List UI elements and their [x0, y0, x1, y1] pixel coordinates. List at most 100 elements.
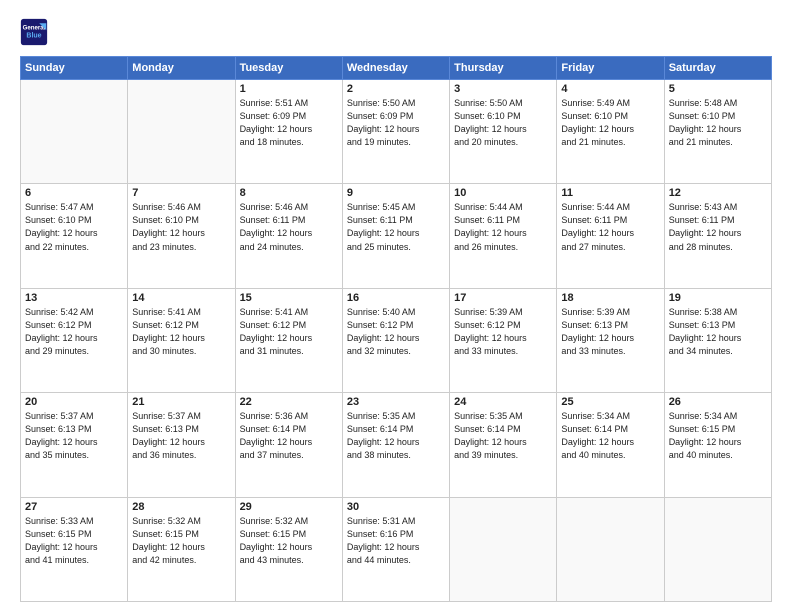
cell-info: Sunrise: 5:35 AM Sunset: 6:14 PM Dayligh… [454, 410, 552, 462]
day-number: 15 [240, 292, 338, 304]
calendar-cell: 14Sunrise: 5:41 AM Sunset: 6:12 PM Dayli… [128, 288, 235, 392]
cell-info: Sunrise: 5:51 AM Sunset: 6:09 PM Dayligh… [240, 97, 338, 149]
cell-info: Sunrise: 5:37 AM Sunset: 6:13 PM Dayligh… [132, 410, 230, 462]
calendar-cell: 5Sunrise: 5:48 AM Sunset: 6:10 PM Daylig… [664, 80, 771, 184]
calendar-cell: 17 Sunrise: 5:39 AM Sunset: 6:12 PM Dayli… [450, 288, 557, 392]
week-row-0: 1Sunrise: 5:51 AM Sunset: 6:09 PM Daylig… [21, 80, 772, 184]
day-number: 8 [240, 187, 338, 199]
calendar-cell: 28 Sunrise: 5:32 AM Sunset: 6:15 PM Dayli… [128, 497, 235, 601]
day-number: 10 [454, 187, 552, 199]
logo: General Blue [20, 18, 48, 46]
cell-info: Sunrise: 5:31 AM Sunset: 6:16 PM Dayligh… [347, 515, 445, 567]
cell-info: Sunrise: 5:33 AM Sunset: 6:15 PM Dayligh… [25, 515, 123, 567]
cell-info: Sunrise: 5:35 AM Sunset: 6:14 PM Dayligh… [347, 410, 445, 462]
calendar-cell: 20 Sunrise: 5:37 AM Sunset: 6:13 PM Dayli… [21, 393, 128, 497]
cell-info: Sunrise: 5:43 AM Sunset: 6:11 PM Dayligh… [669, 201, 767, 253]
day-number: 30 [347, 501, 445, 513]
calendar-cell [128, 80, 235, 184]
calendar-cell [450, 497, 557, 601]
calendar-cell: 21 Sunrise: 5:37 AM Sunset: 6:13 PM Dayli… [128, 393, 235, 497]
cell-info: Sunrise: 5:41 AM Sunset: 6:12 PM Dayligh… [132, 306, 230, 358]
day-number: 29 [240, 501, 338, 513]
day-number: 25 [561, 396, 659, 408]
cell-info: Sunrise: 5:32 AM Sunset: 6:15 PM Dayligh… [132, 515, 230, 567]
calendar-cell: 18Sunrise: 5:39 AM Sunset: 6:13 PM Dayli… [557, 288, 664, 392]
calendar-cell: 13 Sunrise: 5:42 AM Sunset: 6:12 PM Dayli… [21, 288, 128, 392]
cell-info: Sunrise: 5:32 AM Sunset: 6:15 PM Dayligh… [240, 515, 338, 567]
calendar-cell: 27 Sunrise: 5:33 AM Sunset: 6:15 PM Dayli… [21, 497, 128, 601]
calendar-cell: 12 Sunrise: 5:43 AM Sunset: 6:11 PM Dayli… [664, 184, 771, 288]
cell-info: Sunrise: 5:34 AM Sunset: 6:14 PM Dayligh… [561, 410, 659, 462]
weekday-header-sunday: Sunday [21, 57, 128, 80]
calendar-cell: 3 Sunrise: 5:50 AM Sunset: 6:10 PM Daylig… [450, 80, 557, 184]
week-row-4: 27 Sunrise: 5:33 AM Sunset: 6:15 PM Dayli… [21, 497, 772, 601]
cell-info: Sunrise: 5:38 AM Sunset: 6:13 PM Dayligh… [669, 306, 767, 358]
cell-info: Sunrise: 5:46 AM Sunset: 6:11 PM Dayligh… [240, 201, 338, 253]
cell-info: Sunrise: 5:50 AM Sunset: 6:09 PM Dayligh… [347, 97, 445, 149]
cell-info: Sunrise: 5:45 AM Sunset: 6:11 PM Dayligh… [347, 201, 445, 253]
calendar-cell: 16Sunrise: 5:40 AM Sunset: 6:12 PM Dayli… [342, 288, 449, 392]
day-number: 27 [25, 501, 123, 513]
calendar-cell [664, 497, 771, 601]
calendar-cell: 24Sunrise: 5:35 AM Sunset: 6:14 PM Dayli… [450, 393, 557, 497]
cell-info: Sunrise: 5:42 AM Sunset: 6:12 PM Dayligh… [25, 306, 123, 358]
cell-info: Sunrise: 5:34 AM Sunset: 6:15 PM Dayligh… [669, 410, 767, 462]
page: General Blue SundayMondayTuesdayWednesda… [0, 0, 792, 612]
day-number: 5 [669, 83, 767, 95]
weekday-header-tuesday: Tuesday [235, 57, 342, 80]
week-row-3: 20 Sunrise: 5:37 AM Sunset: 6:13 PM Dayli… [21, 393, 772, 497]
day-number: 16 [347, 292, 445, 304]
day-number: 4 [561, 83, 659, 95]
day-number: 17 [454, 292, 552, 304]
calendar-cell: 30 Sunrise: 5:31 AM Sunset: 6:16 PM Dayli… [342, 497, 449, 601]
calendar-cell: 2 Sunrise: 5:50 AM Sunset: 6:09 PM Daylig… [342, 80, 449, 184]
day-number: 13 [25, 292, 123, 304]
calendar-cell: 29 Sunrise: 5:32 AM Sunset: 6:15 PM Dayli… [235, 497, 342, 601]
cell-info: Sunrise: 5:39 AM Sunset: 6:12 PM Dayligh… [454, 306, 552, 358]
day-number: 11 [561, 187, 659, 199]
calendar-cell: 6 Sunrise: 5:47 AM Sunset: 6:10 PM Daylig… [21, 184, 128, 288]
cell-info: Sunrise: 5:49 AM Sunset: 6:10 PM Dayligh… [561, 97, 659, 149]
calendar-cell [21, 80, 128, 184]
day-number: 7 [132, 187, 230, 199]
day-number: 2 [347, 83, 445, 95]
calendar-cell: 7Sunrise: 5:46 AM Sunset: 6:10 PM Daylig… [128, 184, 235, 288]
week-row-1: 6 Sunrise: 5:47 AM Sunset: 6:10 PM Daylig… [21, 184, 772, 288]
calendar-cell: 23 Sunrise: 5:35 AM Sunset: 6:14 PM Dayli… [342, 393, 449, 497]
weekday-header-thursday: Thursday [450, 57, 557, 80]
calendar-cell: 1Sunrise: 5:51 AM Sunset: 6:09 PM Daylig… [235, 80, 342, 184]
calendar-cell: 9 Sunrise: 5:45 AM Sunset: 6:11 PM Daylig… [342, 184, 449, 288]
calendar-cell: 11 Sunrise: 5:44 AM Sunset: 6:11 PM Dayli… [557, 184, 664, 288]
calendar-cell: 26Sunrise: 5:34 AM Sunset: 6:15 PM Dayli… [664, 393, 771, 497]
weekday-header-saturday: Saturday [664, 57, 771, 80]
day-number: 9 [347, 187, 445, 199]
day-number: 20 [25, 396, 123, 408]
calendar-cell: 4 Sunrise: 5:49 AM Sunset: 6:10 PM Daylig… [557, 80, 664, 184]
day-number: 19 [669, 292, 767, 304]
cell-info: Sunrise: 5:47 AM Sunset: 6:10 PM Dayligh… [25, 201, 123, 253]
calendar-table: SundayMondayTuesdayWednesdayThursdayFrid… [20, 56, 772, 602]
calendar-cell: 22Sunrise: 5:36 AM Sunset: 6:14 PM Dayli… [235, 393, 342, 497]
logo-icon: General Blue [20, 18, 48, 46]
calendar-cell: 10 Sunrise: 5:44 AM Sunset: 6:11 PM Dayli… [450, 184, 557, 288]
week-row-2: 13 Sunrise: 5:42 AM Sunset: 6:12 PM Dayli… [21, 288, 772, 392]
day-number: 21 [132, 396, 230, 408]
day-number: 3 [454, 83, 552, 95]
day-number: 28 [132, 501, 230, 513]
day-number: 12 [669, 187, 767, 199]
header: General Blue [20, 18, 772, 46]
day-number: 23 [347, 396, 445, 408]
cell-info: Sunrise: 5:41 AM Sunset: 6:12 PM Dayligh… [240, 306, 338, 358]
weekday-header-row: SundayMondayTuesdayWednesdayThursdayFrid… [21, 57, 772, 80]
cell-info: Sunrise: 5:44 AM Sunset: 6:11 PM Dayligh… [561, 201, 659, 253]
cell-info: Sunrise: 5:50 AM Sunset: 6:10 PM Dayligh… [454, 97, 552, 149]
cell-info: Sunrise: 5:37 AM Sunset: 6:13 PM Dayligh… [25, 410, 123, 462]
cell-info: Sunrise: 5:44 AM Sunset: 6:11 PM Dayligh… [454, 201, 552, 253]
calendar-cell: 15 Sunrise: 5:41 AM Sunset: 6:12 PM Dayli… [235, 288, 342, 392]
svg-text:Blue: Blue [26, 32, 41, 39]
day-number: 18 [561, 292, 659, 304]
day-number: 6 [25, 187, 123, 199]
calendar-cell: 19 Sunrise: 5:38 AM Sunset: 6:13 PM Dayli… [664, 288, 771, 392]
weekday-header-friday: Friday [557, 57, 664, 80]
weekday-header-wednesday: Wednesday [342, 57, 449, 80]
